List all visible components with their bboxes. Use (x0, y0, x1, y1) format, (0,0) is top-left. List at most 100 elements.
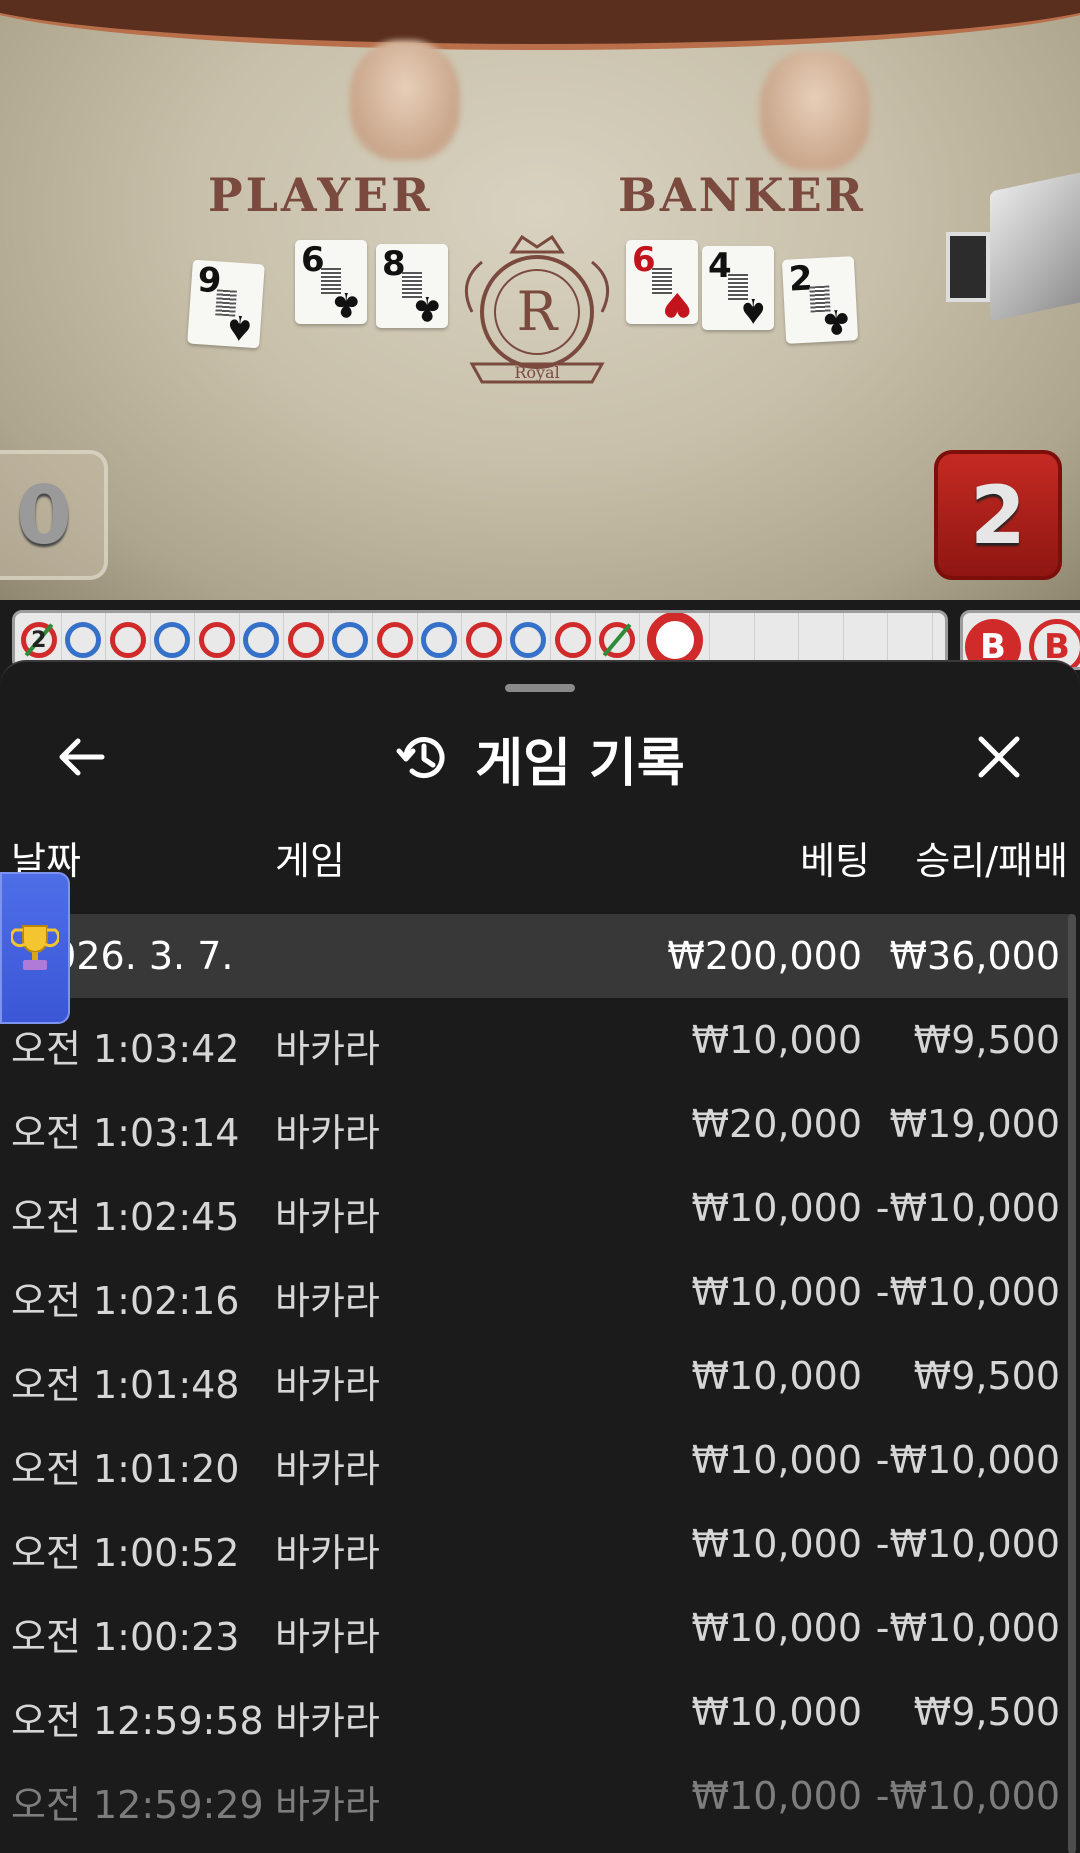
card-suit: ♣ (411, 288, 442, 328)
row-result: -₩10,000 (875, 1522, 1060, 1566)
road-banker-marker (554, 622, 591, 658)
card-shoe (990, 168, 1080, 322)
row-time: 오전 1:02:16 (11, 1279, 240, 1323)
road-banker-marker (465, 622, 502, 658)
card-suit: ♣ (819, 300, 853, 342)
row-result: -₩10,000 (875, 1186, 1060, 1230)
logo-letter: R (517, 280, 559, 343)
row-time: 오전 1:00:52 (11, 1531, 240, 1575)
road-player-marker (421, 622, 458, 658)
road-tie-count: 2 (31, 627, 47, 653)
row-time: 오전 1:03:14 (11, 1111, 240, 1155)
row-result: -₩10,000 (875, 1438, 1060, 1482)
row-game: 바카라 (275, 1363, 380, 1407)
row-game: 바카라 (275, 1531, 380, 1575)
row-game: 바카라 (275, 1447, 380, 1491)
player-card: 9 ♠ (187, 259, 265, 349)
row-game: 바카라 (275, 1195, 380, 1239)
sheet-grabber[interactable] (505, 684, 575, 692)
summary-bet: ₩200,000 (667, 934, 862, 978)
row-bet: ₩10,000 (691, 1522, 862, 1566)
history-row[interactable]: 오전 1:03:42 바카라 ₩10,000 ₩9,500 (0, 998, 1072, 1082)
row-bet: ₩10,000 (691, 1690, 862, 1734)
card-shoe-slot (946, 232, 990, 302)
summary-result: ₩36,000 (889, 934, 1060, 978)
card-suit: ♣ (330, 284, 361, 324)
history-row[interactable]: 오전 1:00:52 바카라 ₩10,000 -₩10,000 (0, 1502, 1072, 1586)
row-bet: ₩10,000 (691, 1354, 862, 1398)
close-icon (978, 736, 1020, 778)
banker-card: 4 ♠ (702, 246, 774, 330)
player-score: 0 (0, 450, 108, 580)
banker-score: 2 (934, 450, 1062, 580)
table-rim (0, 0, 1080, 50)
road-player-marker (154, 622, 191, 658)
player-label: PLAYER (208, 168, 433, 222)
row-time: 오전 1:02:45 (11, 1195, 240, 1239)
row-time: 오전 12:59:29 (11, 1783, 264, 1827)
player-card: 6 ♣ (295, 240, 367, 324)
banker-card: 6 ♥ (626, 240, 698, 324)
live-table-video: PLAYER BANKER 9 ♠ 6 ♣ 8 ♣ R Royal 6 ♥ 4 … (0, 0, 1080, 600)
banker-label: BANKER (618, 168, 866, 222)
row-result: -₩10,000 (875, 1774, 1060, 1818)
logo-text: Royal (514, 363, 559, 382)
road-banker-marker (109, 622, 146, 658)
history-row[interactable]: 오전 12:59:29 바카라 ₩10,000 -₩10,000 (0, 1754, 1072, 1838)
date-summary-row[interactable]: 2026. 3. 7. ₩200,000 ₩36,000 (0, 914, 1072, 998)
dealer-left-hand (350, 40, 460, 160)
road-player-marker (243, 622, 280, 658)
history-row[interactable]: 오전 1:00:23 바카라 ₩10,000 -₩10,000 (0, 1586, 1072, 1670)
history-icon (396, 737, 445, 779)
road-banker-marker (376, 622, 413, 658)
row-time: 오전 12:59:58 (11, 1699, 264, 1743)
column-bet: 베팅 (800, 839, 870, 883)
road-banker-marker (198, 622, 235, 658)
history-row[interactable]: 오전 12:59:58 바카라 ₩10,000 ₩9,500 (0, 1670, 1072, 1754)
road-player-marker (332, 622, 369, 658)
row-game: 바카라 (275, 1615, 380, 1659)
row-time: 오전 1:03:42 (11, 1027, 240, 1071)
history-row[interactable]: 오전 1:01:20 바카라 ₩10,000 -₩10,000 (0, 1418, 1072, 1502)
sheet-title: 게임 기록 (475, 733, 685, 794)
row-time: 오전 1:01:20 (11, 1447, 240, 1491)
row-time: 오전 1:01:48 (11, 1363, 240, 1407)
row-bet: ₩10,000 (691, 1186, 862, 1230)
row-game: 바카라 (275, 1027, 380, 1071)
row-bet: ₩10,000 (691, 1438, 862, 1482)
row-time: 오전 1:00:23 (11, 1615, 240, 1659)
row-result: -₩10,000 (875, 1270, 1060, 1314)
row-result: ₩19,000 (889, 1102, 1060, 1146)
column-result: 승리/패배 (915, 839, 1068, 883)
row-game: 바카라 (275, 1279, 380, 1323)
row-bet: ₩10,000 (691, 1270, 862, 1314)
row-bet: ₩20,000 (691, 1102, 862, 1146)
history-table-header: 날짜 게임 베팅 승리/패배 (0, 830, 1080, 886)
history-row[interactable]: 오전 1:03:14 바카라 ₩20,000 ₩19,000 (0, 1082, 1072, 1166)
trophy-badge[interactable] (0, 872, 70, 1024)
row-game: 바카라 (275, 1111, 380, 1155)
royal-logo: R Royal (464, 234, 610, 384)
history-row[interactable]: 오전 1:01:48 바카라 ₩10,000 ₩9,500 (0, 1334, 1072, 1418)
row-result: -₩10,000 (875, 1606, 1060, 1650)
history-row[interactable]: 오전 1:02:45 바카라 ₩10,000 -₩10,000 (0, 1166, 1072, 1250)
game-history-sheet: 게임 기록 날짜 게임 베팅 승리/패배 2026. 3. 7. ₩200,00… (0, 660, 1080, 1853)
row-result: ₩9,500 (913, 1354, 1060, 1398)
row-result: ₩9,500 (913, 1018, 1060, 1062)
dealer-right-hand (760, 50, 870, 170)
history-row[interactable]: 오전 1:02:16 바카라 ₩10,000 -₩10,000 (0, 1250, 1072, 1334)
road-banker-marker (287, 622, 324, 658)
trophy-icon (11, 925, 59, 970)
card-suit: ♠ (222, 305, 256, 348)
column-game: 게임 (275, 839, 345, 883)
road-player-marker (65, 622, 102, 658)
app-screen: PLAYER BANKER 9 ♠ 6 ♣ 8 ♣ R Royal 6 ♥ 4 … (0, 0, 1080, 1853)
close-button[interactable] (966, 724, 1032, 790)
row-bet: ₩10,000 (691, 1018, 862, 1062)
scrollbar[interactable] (1068, 914, 1076, 1853)
row-bet: ₩10,000 (691, 1774, 862, 1818)
player-card: 8 ♣ (376, 244, 448, 328)
row-game: 바카라 (275, 1699, 380, 1743)
road-player-marker (510, 622, 547, 658)
row-game: 바카라 (275, 1783, 380, 1827)
